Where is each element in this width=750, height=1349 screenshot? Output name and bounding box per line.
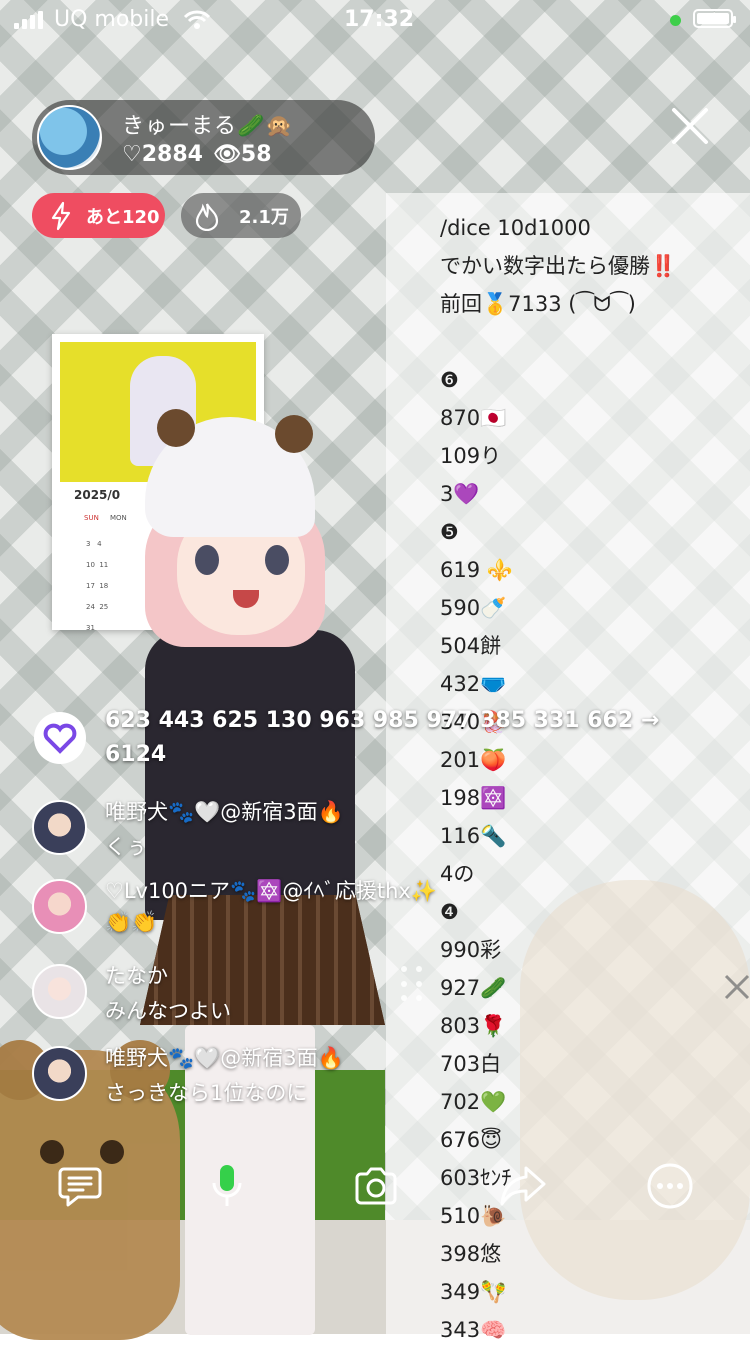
battery-icon <box>693 9 736 28</box>
pinned-message-line: 343🧠 <box>440 1318 507 1342</box>
wifi-icon <box>183 10 211 29</box>
heat-value: 2.1万 <box>239 206 289 228</box>
pinned-message-line <box>440 323 676 361</box>
comment-item[interactable]: 唯野犬🐾🤍@新宿3面🔥 さっきなら1位なのに <box>32 1042 482 1112</box>
dice-result-ticker: 623 443 625 130 963 985 977 385 331 662 … <box>30 702 720 778</box>
comment-button[interactable] <box>52 1158 108 1214</box>
pinned-message-line: 109り <box>440 444 502 468</box>
close-icon[interactable] <box>668 104 712 148</box>
pinned-message-line: 432🩲 <box>440 672 507 696</box>
comment-username: ♡Lv100ニア🐾🔯@ｲﾍﾞ応援thx✨ <box>105 879 437 903</box>
countdown-label: あと120 <box>86 206 160 228</box>
comment-avatar[interactable] <box>32 800 87 855</box>
pinned-message-line: /dice 10d1000 <box>440 216 591 240</box>
panel-close-icon[interactable] <box>722 972 750 1002</box>
microphone-icon <box>212 1165 242 1206</box>
heat-badge[interactable]: 2.1万 <box>181 193 301 238</box>
pinned-message-line: 603ｾﾝﾁ <box>440 1166 512 1190</box>
chat-bubble-icon <box>58 1167 102 1207</box>
comment-item[interactable]: 唯野犬🐾🤍@新宿3面🔥 くぅ <box>32 796 482 866</box>
carrier-label: UQ mobile <box>54 7 170 32</box>
heart-badge-icon <box>34 712 86 764</box>
pinned-message-line: でかい数字出たら優勝‼️ <box>440 254 677 278</box>
more-dots-icon <box>647 1163 693 1209</box>
pinned-message-line: 前回🥇7133 (⁀ᗢ⁀) <box>440 292 636 316</box>
camera-button[interactable] <box>348 1158 404 1214</box>
signal-icon <box>14 11 43 29</box>
pinned-message-line: 619 ⚜️ <box>440 558 513 582</box>
pinned-message-line: 349🪇 <box>440 1280 507 1304</box>
pinned-message-line: 870🇯🇵 <box>440 406 507 430</box>
live-indicator-dot <box>670 15 681 26</box>
comment-text: さっきなら1位なのに <box>105 1081 308 1105</box>
camera-icon <box>355 1167 397 1205</box>
calendar-dates: 3 4 10 11 17 18 24 25 31 <box>86 540 109 632</box>
lightning-icon <box>51 201 71 230</box>
pinned-message-line: 3💜 <box>440 482 480 506</box>
comment-text: 👏👏 <box>105 910 158 934</box>
comment-text: くぅ <box>105 835 147 859</box>
calendar-year: 2025/0 <box>74 488 121 502</box>
host-profile-card[interactable]: きゅーまる🥒🙊 ♡ 2884 👁 58 <box>32 100 375 175</box>
comment-username: 唯野犬🐾🤍@新宿3面🔥 <box>105 1046 344 1070</box>
pinned-message-line: ❺ <box>440 520 459 544</box>
ticker-text: 623 443 625 130 963 985 977 385 331 662 … <box>105 708 660 767</box>
comment-avatar[interactable] <box>32 879 87 934</box>
host-avatar[interactable] <box>37 105 102 170</box>
viewer-count: 58 <box>240 142 272 167</box>
comment-item[interactable]: たなか みんなつよい <box>32 960 482 1030</box>
pinned-message-line: 676😇 <box>440 1128 502 1152</box>
eye-icon: 👁 <box>212 142 241 167</box>
flame-icon <box>195 202 219 231</box>
pinned-message-line: 504餅 <box>440 634 502 658</box>
host-stats: ♡ 2884 👁 58 <box>122 142 272 167</box>
comment-avatar[interactable] <box>32 964 87 1019</box>
pinned-message-line: 510🐌 <box>440 1204 507 1228</box>
mic-button[interactable] <box>199 1158 255 1214</box>
calendar-days: SUN MON <box>84 514 127 522</box>
clock: 17:32 <box>344 7 415 32</box>
comment-avatar[interactable] <box>32 1046 87 1101</box>
pinned-message-line: 398悠 <box>440 1242 502 1266</box>
comment-username: たなか <box>105 964 168 988</box>
share-arrow-icon <box>500 1166 546 1206</box>
comment-text: みんなつよい <box>105 999 231 1023</box>
pinned-message-line: 590🍼 <box>440 596 507 620</box>
comment-item[interactable]: ♡Lv100ニア🐾🔯@ｲﾍﾞ応援thx✨ 👏👏 <box>32 875 482 945</box>
share-button[interactable] <box>495 1158 551 1214</box>
comment-username: 唯野犬🐾🤍@新宿3面🔥 <box>105 800 344 824</box>
countdown-badge[interactable]: あと120 <box>32 193 165 238</box>
likes-count: 2884 <box>141 142 203 167</box>
pinned-message-text: /dice 10d1000 でかい数字出たら優勝‼️ 前回🥇7133 (⁀ᗢ⁀) ❻… <box>440 209 676 1349</box>
pinned-message-line: ❻ <box>440 368 459 392</box>
host-name: きゅーまる🥒🙊 <box>122 114 294 139</box>
heart-icon: ♡ <box>122 142 142 167</box>
more-button[interactable] <box>642 1158 698 1214</box>
status-bar: UQ mobile 17:32 <box>0 0 750 40</box>
